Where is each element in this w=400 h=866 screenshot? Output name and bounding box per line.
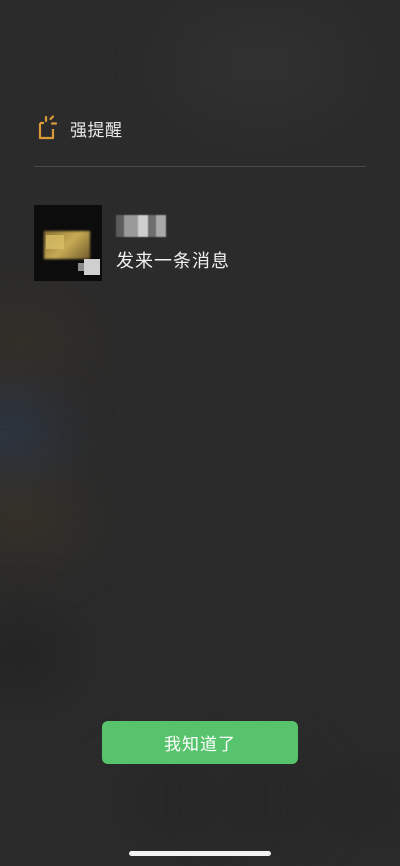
alert-title: 强提醒 xyxy=(70,120,123,141)
sender-name-redacted xyxy=(116,215,166,237)
acknowledge-button[interactable]: 我知道了 xyxy=(102,721,298,764)
blurred-background xyxy=(0,300,80,390)
blurred-background xyxy=(120,760,210,840)
blurred-background xyxy=(170,10,350,120)
blurred-background xyxy=(0,470,80,560)
header-divider xyxy=(34,166,366,167)
alert-screen: 强提醒 发来一条消息 我知道了 xyxy=(0,0,400,866)
blurred-background xyxy=(0,390,60,480)
blurred-background xyxy=(0,610,80,700)
blurred-background xyxy=(220,760,310,840)
reminder-bell-icon xyxy=(38,115,58,140)
blurred-background xyxy=(320,760,400,840)
alert-header: 强提醒 xyxy=(36,115,123,141)
message-body: 发来一条消息 xyxy=(116,251,230,272)
sender-avatar xyxy=(34,205,102,281)
home-indicator[interactable] xyxy=(129,851,271,856)
message-item: 发来一条消息 xyxy=(34,205,230,281)
